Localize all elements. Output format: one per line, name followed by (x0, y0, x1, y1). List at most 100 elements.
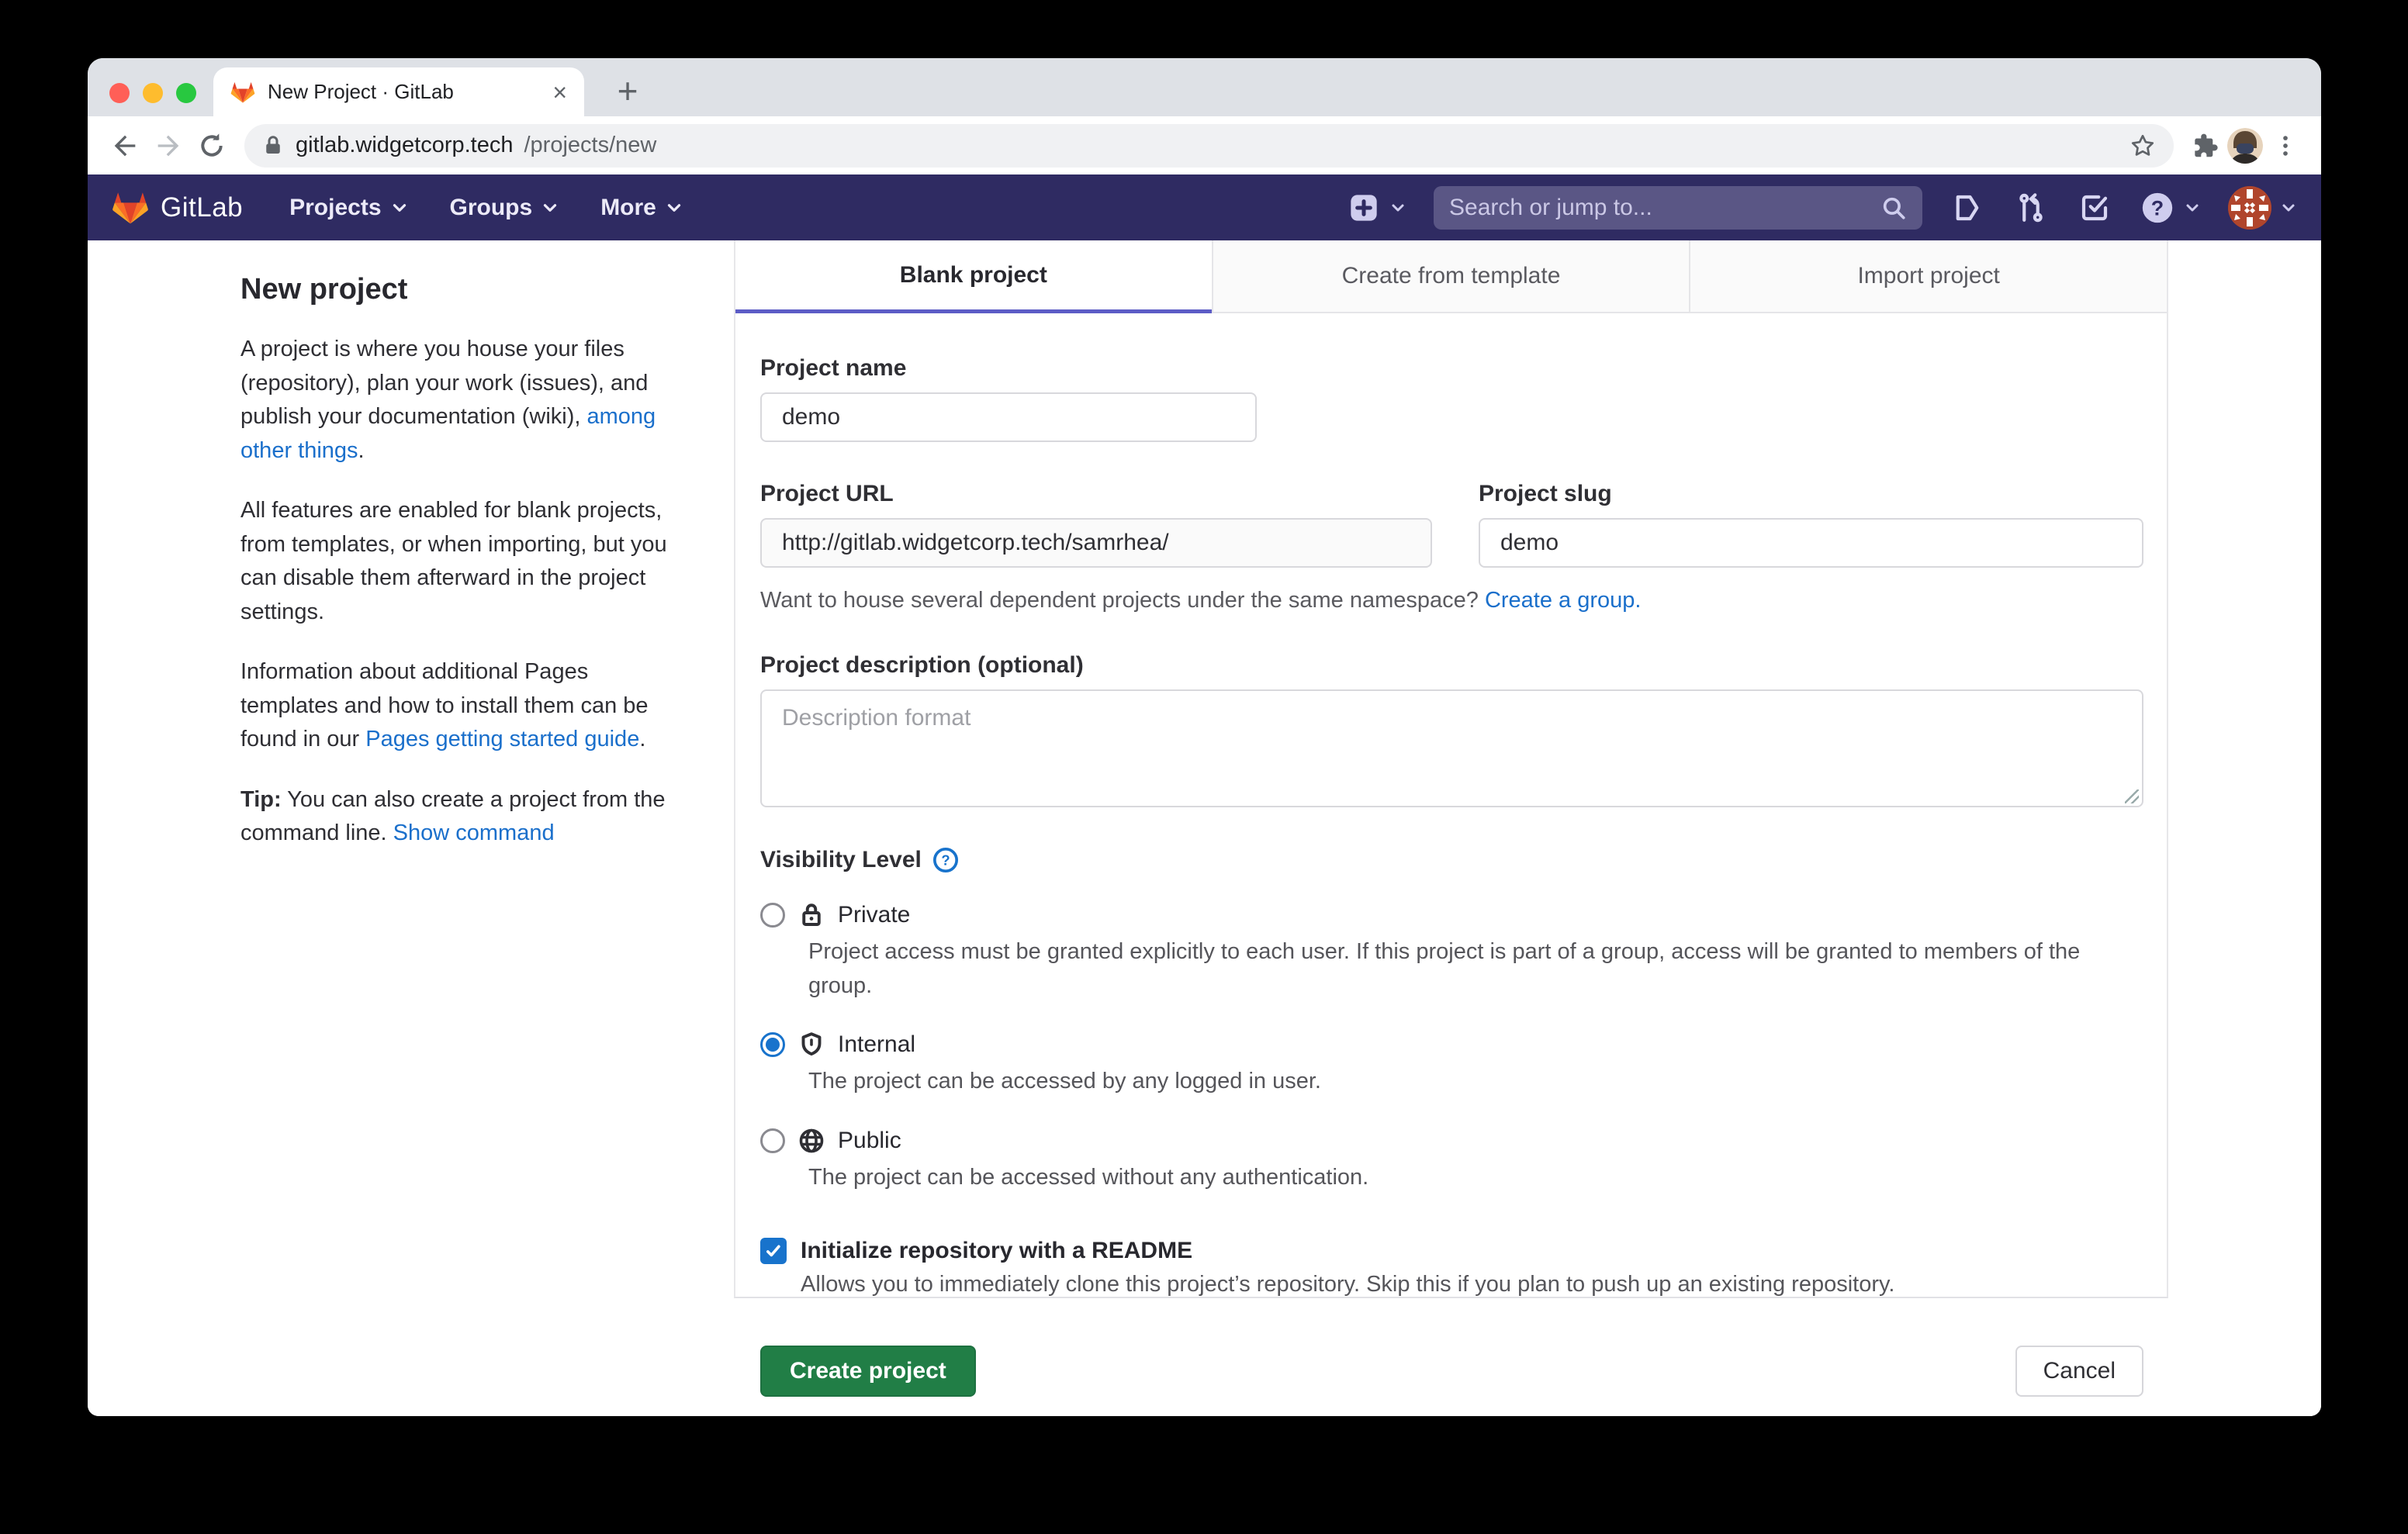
user-menu-button[interactable] (2228, 186, 2298, 230)
readme-description: Allows you to immediately clone this pro… (801, 1272, 2143, 1297)
browser-window: New Project · GitLab × + gitlab.widgetco… (88, 58, 2321, 1416)
tip-label: Tip: (240, 787, 282, 812)
merge-request-icon (2015, 192, 2047, 224)
visibility-level-label: Visibility Level (760, 847, 922, 873)
tab-create-from-template[interactable]: Create from template (1212, 240, 1690, 313)
internal-label[interactable]: Internal (838, 1031, 915, 1058)
help-icon: ? (2140, 190, 2175, 226)
menu-label: Projects (289, 195, 381, 221)
sidebar-tip: Tip: You can also create a project from … (240, 783, 686, 851)
radio-dot (766, 1038, 780, 1052)
internal-radio[interactable] (760, 1032, 785, 1057)
readme-checkbox[interactable] (760, 1238, 787, 1264)
merge-requests-button[interactable] (2012, 189, 2050, 226)
browser-tab[interactable]: New Project · GitLab × (213, 67, 584, 116)
window-controls (109, 83, 196, 103)
help-circle-icon[interactable]: ? (932, 847, 959, 873)
nav-menu-projects[interactable]: Projects (272, 174, 426, 240)
extensions-button[interactable] (2185, 126, 2225, 166)
project-description-input[interactable] (760, 689, 2143, 807)
info-sidebar: New project A project is where you house… (88, 240, 734, 1416)
option-head: Internal (760, 1031, 2143, 1059)
readme-head: Initialize repository with a README (760, 1238, 2143, 1264)
kebab-menu-icon (2272, 133, 2299, 159)
right-gutter (2168, 240, 2321, 1416)
address-bar[interactable]: gitlab.widgetcorp.tech/projects/new (244, 124, 2174, 168)
internal-description: The project can be accessed by any logge… (808, 1065, 2127, 1099)
option-head: Private (760, 901, 2143, 929)
user-avatar (2228, 186, 2271, 230)
sidebar-paragraph: A project is where you house your files … (240, 333, 686, 468)
project-name-input[interactable] (760, 392, 1257, 442)
star-icon[interactable] (2129, 132, 2157, 160)
gitlab-favicon-icon (230, 80, 255, 105)
nav-menu-groups[interactable]: Groups (433, 174, 578, 240)
public-radio[interactable] (760, 1128, 785, 1153)
description-wrap (760, 689, 2143, 811)
new-menu-button[interactable] (1348, 192, 1407, 223)
minimize-window-button[interactable] (143, 83, 163, 103)
chevron-down-icon (389, 198, 410, 218)
page-title: New project (240, 273, 686, 306)
gitlab-brand[interactable]: GitLab (111, 189, 243, 226)
search-placeholder: Search or jump to... (1449, 195, 1880, 221)
menu-label: Groups (450, 195, 533, 221)
zoom-window-button[interactable] (176, 83, 196, 103)
tab-import-project[interactable]: Import project (1689, 240, 2167, 313)
project-tabs: Blank project Create from template Impor… (735, 240, 2167, 313)
url-slug-row: Project URL Project slug (760, 481, 2143, 568)
readme-label[interactable]: Initialize repository with a README (801, 1238, 1192, 1264)
browser-tabstrip: New Project · GitLab × + (88, 58, 2321, 116)
hint-text: Want to house several dependent projects… (760, 588, 1485, 613)
visibility-option-private: Private Project access must be granted e… (760, 901, 2143, 1003)
chevron-down-icon (1389, 199, 1407, 217)
nav-menu-more[interactable]: More (583, 174, 701, 240)
visibility-level-row: Visibility Level ? (760, 847, 2143, 873)
show-command-link[interactable]: Show command (393, 821, 555, 845)
help-menu-button[interactable]: ? (2140, 190, 2202, 226)
profile-avatar (2227, 128, 2263, 164)
check-icon (764, 1242, 783, 1260)
extensions-icon (2190, 131, 2219, 161)
back-button[interactable] (103, 124, 147, 168)
public-label[interactable]: Public (838, 1128, 901, 1154)
close-window-button[interactable] (109, 83, 130, 103)
project-url-input[interactable] (760, 518, 1432, 568)
private-description: Project access must be granted explicitl… (808, 935, 2127, 1003)
private-label[interactable]: Private (838, 902, 910, 928)
browser-menu-button[interactable] (2265, 126, 2306, 166)
todos-button[interactable] (2076, 189, 2113, 226)
tab-blank-project[interactable]: Blank project (735, 240, 1212, 313)
brand-name: GitLab (161, 192, 243, 223)
forward-button[interactable] (147, 124, 190, 168)
url-path: /projects/new (524, 133, 657, 158)
project-slug-group: Project slug (1479, 481, 2143, 568)
svg-text:?: ? (941, 852, 950, 868)
pages-guide-link[interactable]: Pages getting started guide (365, 727, 639, 751)
private-radio[interactable] (760, 903, 785, 928)
project-url-label: Project URL (760, 481, 1432, 507)
reload-icon (196, 130, 227, 161)
issues-button[interactable] (1949, 189, 1986, 226)
resize-handle[interactable] (2125, 789, 2139, 803)
new-tab-button[interactable]: + (606, 69, 649, 112)
search-icon (1880, 195, 1907, 221)
option-head: Public (760, 1127, 2143, 1155)
search-input[interactable]: Search or jump to... (1434, 186, 1922, 230)
project-slug-input[interactable] (1479, 518, 2143, 568)
gitlab-navbar: GitLab Projects Groups More Search or ju… (88, 174, 2321, 240)
visibility-option-internal: Internal The project can be accessed by … (760, 1031, 2143, 1099)
close-tab-icon[interactable]: × (552, 80, 567, 105)
readme-option: Initialize repository with a README Allo… (760, 1238, 2143, 1297)
project-slug-label: Project slug (1479, 481, 2143, 507)
todo-check-icon (2078, 192, 2111, 224)
create-group-link[interactable]: Create a group. (1485, 588, 1642, 613)
project-description-label: Project description (optional) (760, 652, 2143, 679)
chevron-down-icon (2183, 199, 2202, 217)
browser-toolbar: gitlab.widgetcorp.tech/projects/new (88, 116, 2321, 174)
create-project-button[interactable]: Create project (760, 1346, 976, 1397)
browser-profile-button[interactable] (2225, 126, 2265, 166)
back-icon (109, 130, 140, 161)
cancel-button[interactable]: Cancel (2015, 1346, 2143, 1397)
reload-button[interactable] (190, 124, 234, 168)
